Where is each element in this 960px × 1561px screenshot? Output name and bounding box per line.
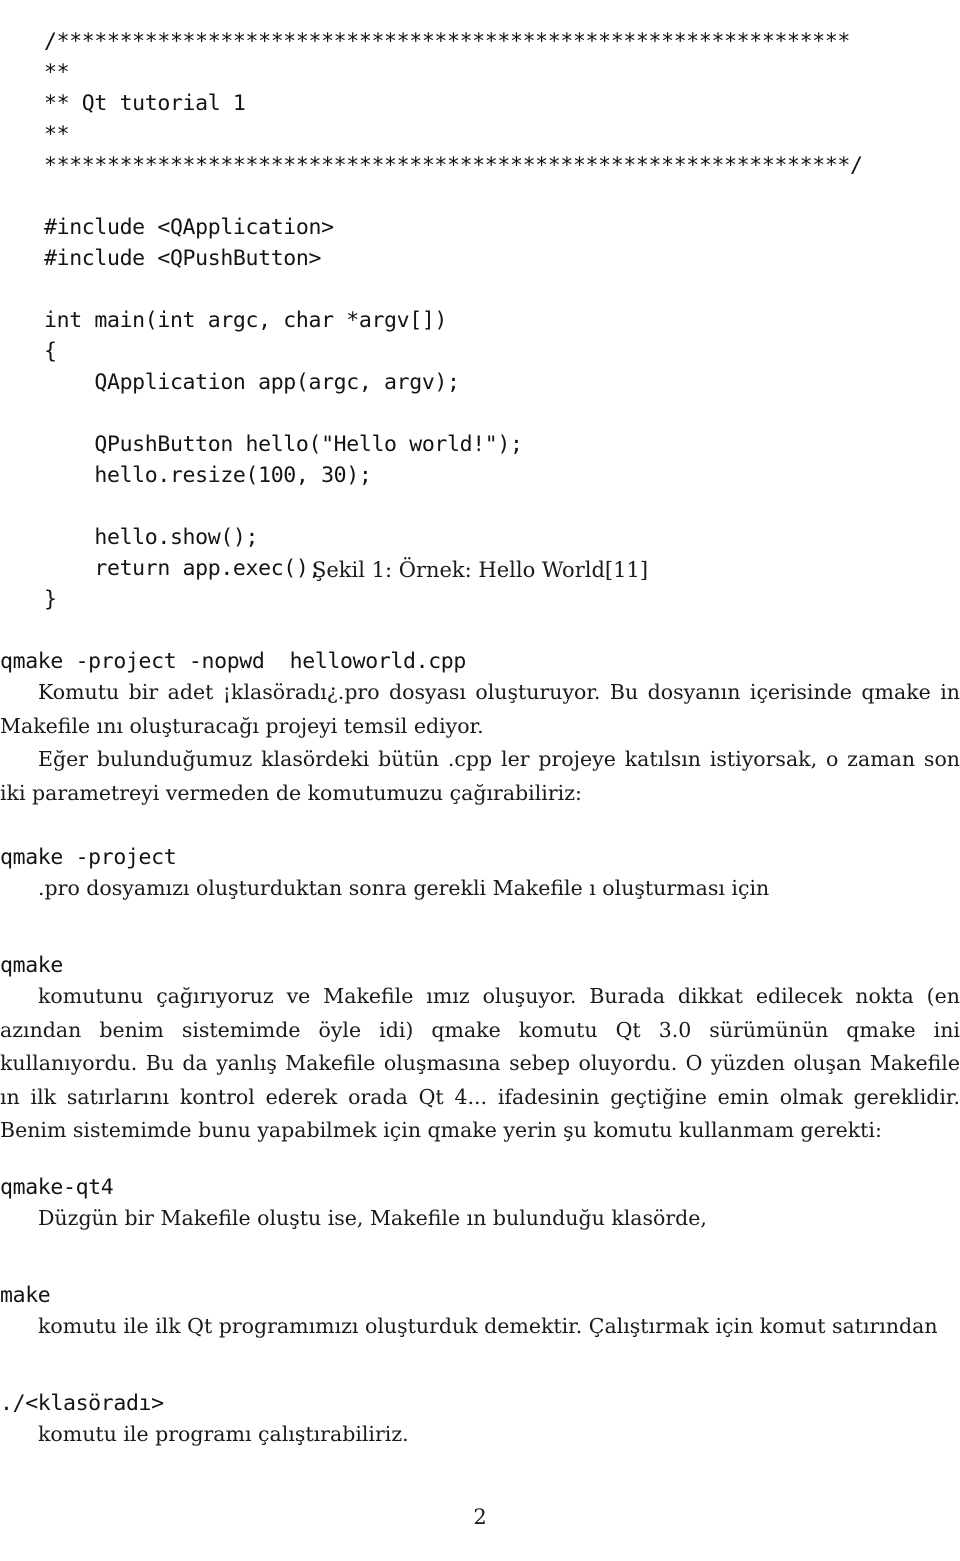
command-qmake-qt4: qmake-qt4 (0, 1174, 114, 1200)
paragraph-block-5: Düzgün bir Makefile oluştu ise, Makefile… (0, 1202, 960, 1236)
document-page: /***************************************… (0, 0, 960, 1561)
code-listing-figure: /***************************************… (44, 28, 863, 612)
command-qmake-project-nopwd: qmake -project -nopwd helloworld.cpp (0, 648, 466, 674)
page-number: 2 (473, 1505, 487, 1529)
paragraph-5: Düzgün bir Makefile oluştu ise, Makefile… (38, 1206, 707, 1230)
command-qmake: qmake (0, 952, 63, 978)
paragraph-7: komutu ile programı çalıştırabiliriz. (38, 1422, 409, 1446)
paragraph-block-3: .pro dosyamızı oluşturduktan sonra gerek… (0, 872, 960, 906)
paragraph-3: .pro dosyamızı oluşturduktan sonra gerek… (38, 876, 770, 900)
command-qmake-project: qmake -project (0, 844, 177, 870)
figure-caption: Şekil 1: Örnek: Hello World[11] (311, 558, 649, 582)
command-make: make (0, 1282, 51, 1308)
paragraph-6: komutu ile ilk Qt programımızı oluşturdu… (38, 1314, 938, 1338)
paragraph-1: Komutu bir adet ¡klasöradı¿.pro dosyası … (0, 680, 960, 738)
paragraph-block-7: komutu ile programı çalıştırabiliriz. (0, 1418, 960, 1452)
paragraph-block-6: komutu ile ilk Qt programımızı oluşturdu… (0, 1310, 960, 1344)
paragraph-block-4: komutunu çağırıyoruz ve Makefile ımız ol… (0, 980, 960, 1148)
command-run-program: ./<klasöradı> (0, 1390, 164, 1416)
paragraph-block-1: Komutu bir adet ¡klasöradı¿.pro dosyası … (0, 676, 960, 810)
paragraph-4: komutunu çağırıyoruz ve Makefile ımız ol… (0, 984, 960, 1142)
paragraph-2: Eğer bulunduğumuz klasördeki bütün .cpp … (0, 747, 960, 805)
